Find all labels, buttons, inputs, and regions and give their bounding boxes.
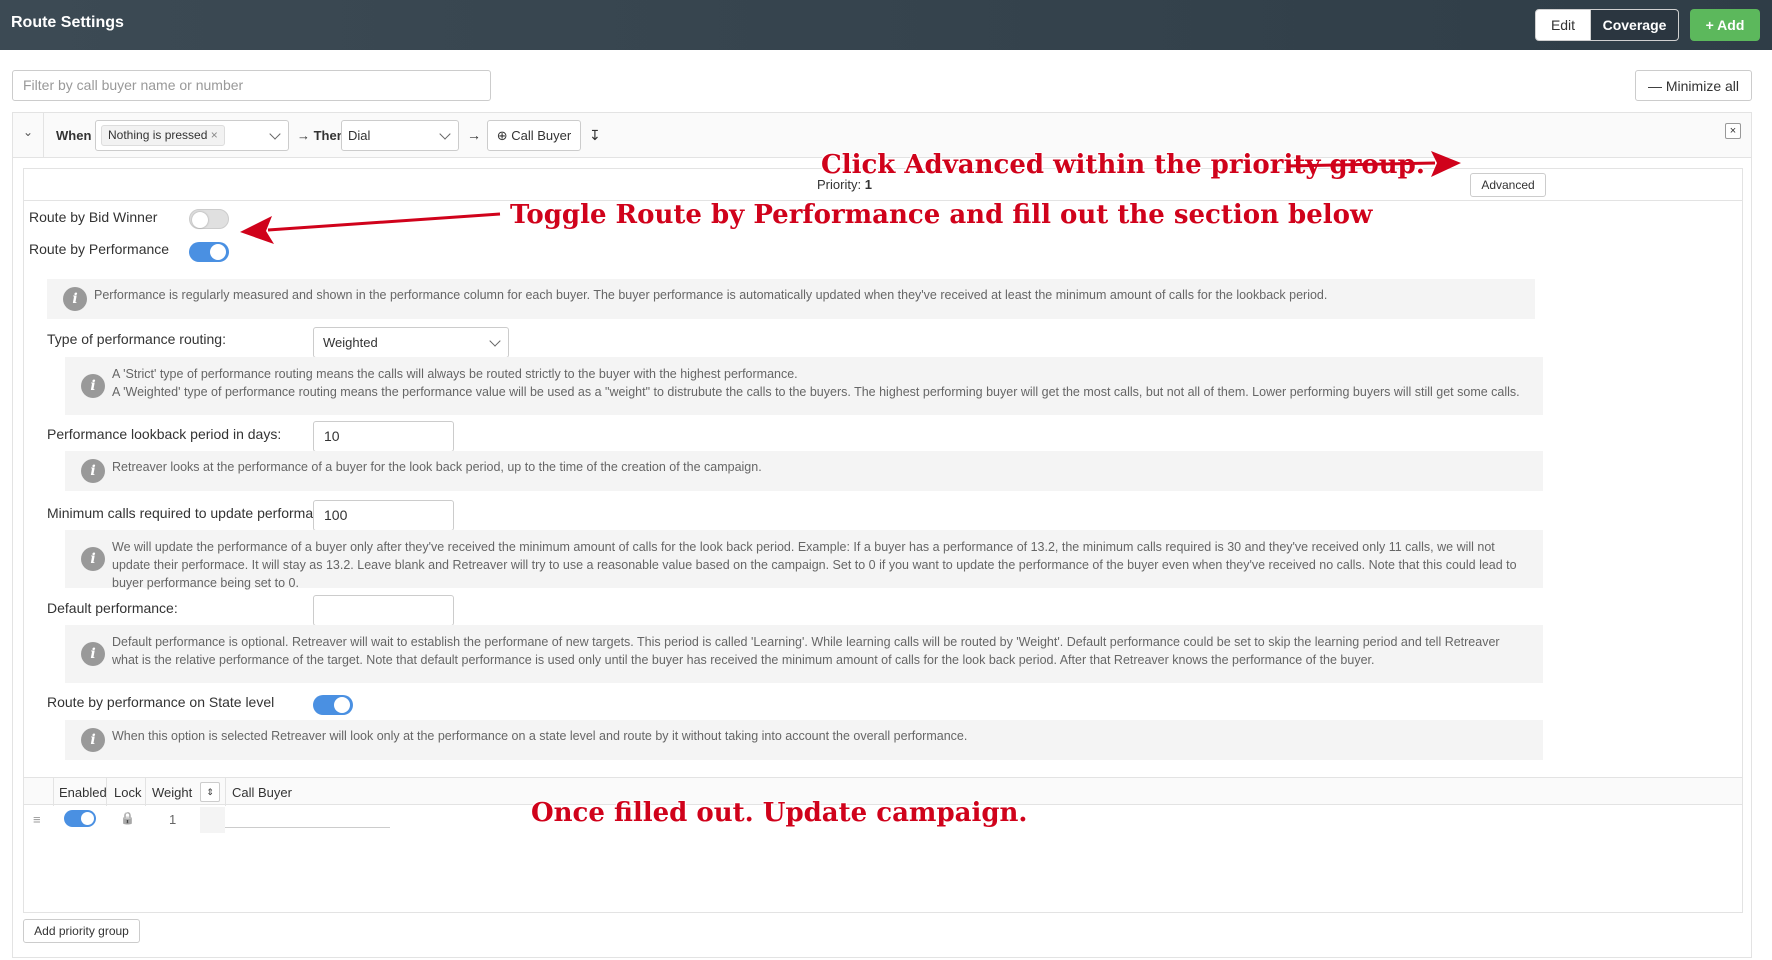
toggle-knob [210,244,226,260]
arrow-shaft [267,212,501,232]
annotation-arrow-right [1286,151,1461,177]
type-info-text: A 'Strict' type of performance routing m… [112,365,1532,401]
min-calls-label: Minimum calls required to update perform… [47,505,332,521]
type-info-line-1: A 'Strict' type of performance routing m… [112,367,798,381]
sort-weight-icon[interactable]: ⇕ [200,782,220,802]
default-performance-input[interactable] [313,595,454,626]
remove-tag-icon[interactable]: × [211,128,218,142]
call-buyer-button[interactable]: ⊕ Call Buyer [487,120,581,151]
sort-down-icon[interactable]: ↧ [589,127,601,144]
minimize-all-button[interactable]: — Minimize all [1635,70,1752,101]
performance-info-box: i Performance is regularly measured and … [47,279,1535,319]
divider [145,778,146,806]
row-enabled-toggle[interactable] [64,810,96,827]
page-title: Route Settings [11,14,124,31]
info-icon: i [63,287,87,311]
lock-icon[interactable]: 🔒 [120,811,135,825]
view-toggle-group: Edit Coverage [1535,9,1679,41]
toggle-knob [81,812,94,825]
info-icon: i [81,728,105,752]
when-select[interactable]: Nothing is pressed × [95,120,289,151]
info-icon: i [81,374,105,398]
annotation-toggle: Toggle Route by Performance and fill out… [510,200,1373,230]
column-lock: Lock [114,785,142,800]
chevron-down-icon [269,128,281,140]
annotation-update: Once filled out. Update campaign. [531,798,1028,828]
type-info-box: i A 'Strict' type of performance routing… [65,357,1543,415]
column-enabled: Enabled [59,785,107,800]
advanced-button[interactable]: Advanced [1470,173,1546,197]
info-icon: i [81,547,105,571]
info-icon: i [81,642,105,666]
lookback-info-box: i Retreaver looks at the performance of … [65,451,1543,491]
then-value: Dial [348,128,371,143]
arrow-right-icon: → [467,127,481,143]
then-label: → Then [297,128,345,143]
info-icon: i [81,459,105,483]
lookback-input[interactable]: 10 [313,421,454,452]
weight-stepper[interactable] [200,807,225,833]
min-calls-info-text: We will update the performance of a buye… [112,540,1517,590]
lookback-label: Performance lookback period in days: [47,426,282,442]
divider [106,778,107,806]
min-calls-info-box: i We will update the performance of a bu… [65,530,1543,590]
state-level-label: Route by performance on State level [47,694,275,710]
state-info-box: i When this option is selected Retreaver… [65,720,1543,760]
route-by-performance-toggle[interactable] [189,242,229,262]
default-info-box: i Default performance is optional. Retre… [65,625,1543,683]
route-by-performance-label: Route by Performance [29,241,170,257]
route-by-bid-winner-toggle[interactable] [189,209,229,229]
lookback-info-text: Retreaver looks at the performance of a … [112,460,762,474]
collapse-chevron-icon[interactable]: ⌄ [23,125,33,139]
type-routing-select[interactable]: Weighted [313,327,509,358]
toggle-knob [192,212,208,228]
close-icon[interactable]: × [1725,123,1741,139]
divider [53,778,54,806]
coverage-button[interactable]: Coverage [1591,9,1679,41]
add-button[interactable]: + Add [1690,9,1760,41]
divider [43,113,44,158]
default-info-text: Default performance is optional. Retreav… [112,635,1500,667]
top-bar: Route Settings Edit Coverage + Add [0,0,1772,50]
divider [225,778,226,806]
state-level-toggle[interactable] [313,695,353,715]
then-select[interactable]: Dial [341,120,459,151]
column-call-buyer: Call Buyer [232,785,292,800]
type-info-line-2: A 'Weighted' type of performance routing… [112,385,1520,399]
column-weight: Weight [152,785,193,800]
edit-button[interactable]: Edit [1535,9,1591,41]
chevron-down-icon [489,335,501,347]
when-tag-label: Nothing is pressed [108,128,208,142]
arrow-head [1431,151,1461,177]
chevron-down-icon [439,128,451,140]
default-performance-label: Default performance: [47,600,178,616]
when-tag: Nothing is pressed × [101,125,225,146]
when-label: When [56,128,92,143]
add-priority-group-button[interactable]: Add priority group [23,919,140,943]
toggle-knob [334,697,350,713]
type-routing-value: Weighted [323,335,378,350]
performance-info-text: Performance is regularly measured and sh… [94,288,1328,302]
annotation-arrow-left [240,212,501,244]
filter-input[interactable]: Filter by call buyer name or number [12,70,491,101]
route-by-bid-winner-label: Route by Bid Winner [29,209,158,225]
drag-handle-icon[interactable]: ≡ [33,812,41,827]
row-weight-value[interactable]: 1 [169,812,176,827]
type-routing-label: Type of performance routing: [47,331,226,347]
call-buyer-select[interactable] [225,808,390,828]
min-calls-input[interactable]: 100 [313,500,454,531]
state-info-text: When this option is selected Retreaver w… [112,729,968,743]
arrow-shaft [1286,161,1436,168]
